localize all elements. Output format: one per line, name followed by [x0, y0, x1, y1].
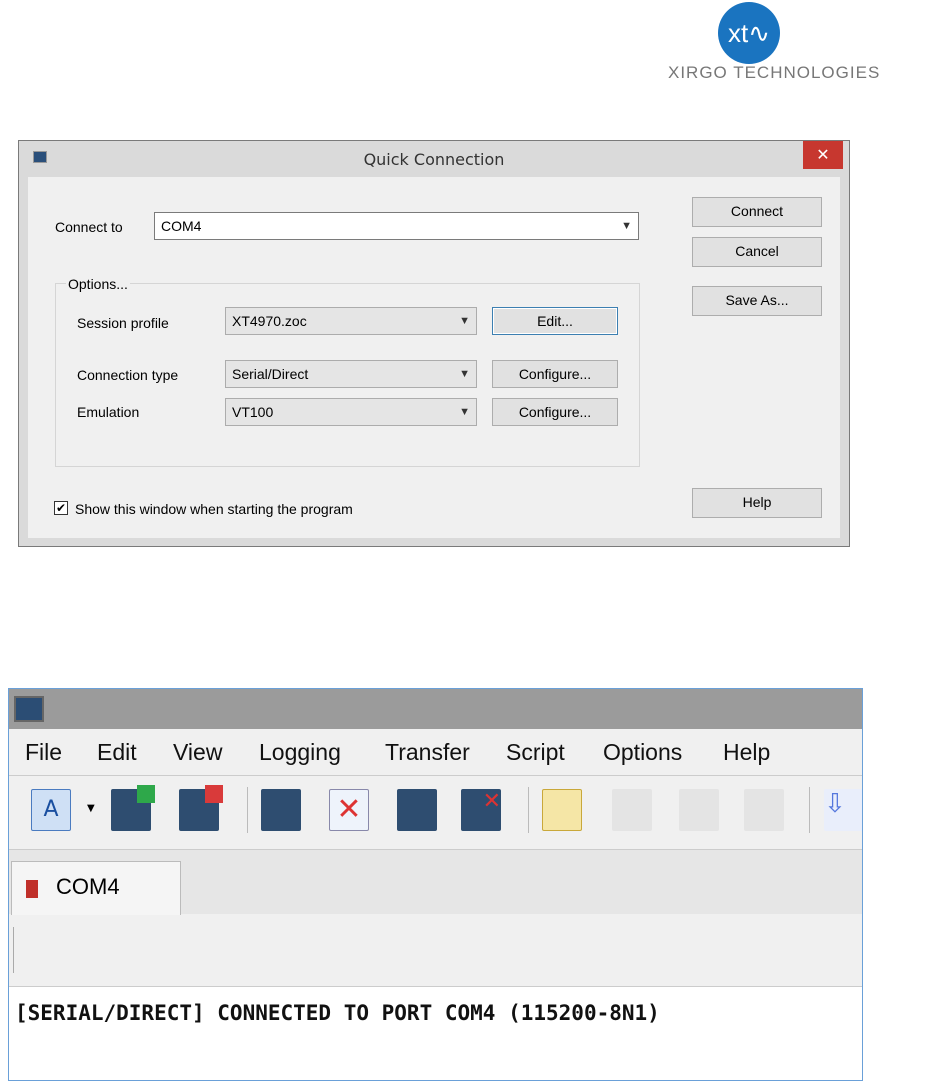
options-group: Options... Session profile XT4970.zoc ▼ E…	[55, 276, 640, 467]
connection-type-label: Connection type	[77, 367, 179, 383]
font-icon[interactable]: A	[31, 789, 71, 831]
menu-edit[interactable]: Edit	[97, 739, 137, 766]
logo-text: XIRGO TECHNOLOGIES	[668, 63, 881, 82]
buffer-back-icon[interactable]	[261, 789, 301, 831]
tab-com4[interactable]: COM4	[11, 861, 181, 915]
disconnected-status-icon	[26, 880, 38, 898]
session-profile-label: Session profile	[77, 315, 169, 331]
menu-transfer[interactable]: Transfer	[385, 739, 470, 766]
options-label: Options...	[66, 276, 130, 292]
menu-script[interactable]: Script	[506, 739, 565, 766]
close-button[interactable]: ✕	[803, 141, 843, 169]
disconnect-stop-icon[interactable]	[179, 785, 223, 831]
configure-emulation-button[interactable]: Configure...	[492, 398, 618, 426]
help-button[interactable]: Help	[692, 488, 822, 518]
chevron-down-icon: ▼	[459, 315, 470, 327]
terminal-window: File Edit View Logging Transfer Script O…	[8, 688, 863, 1081]
terminal-titlebar	[9, 689, 862, 729]
terminal-app-icon	[14, 696, 44, 722]
clipboard-edit-icon	[679, 789, 719, 831]
show-window-label: Show this window when starting the progr…	[75, 501, 353, 517]
connect-start-icon[interactable]	[111, 785, 155, 831]
menu-logging[interactable]: Logging	[259, 739, 341, 766]
chevron-down-icon: ▼	[459, 368, 470, 380]
connect-button[interactable]: Connect	[692, 197, 822, 227]
configure-connection-button[interactable]: Configure...	[492, 360, 618, 388]
terminal-output[interactable]: [SERIAL/DIRECT] CONNECTED TO PORT COM4 (…	[9, 986, 862, 1080]
dropdown-arrow-icon[interactable]: ▼	[87, 803, 95, 814]
session-profile-value: XT4970.zoc	[232, 313, 307, 329]
connection-type-value: Serial/Direct	[232, 366, 309, 382]
session-profile-select[interactable]: XT4970.zoc ▼	[225, 307, 477, 335]
xirgo-logo: xt∿	[718, 2, 780, 64]
chevron-down-icon: ▼	[459, 406, 470, 418]
clipboard-paste-icon[interactable]	[542, 789, 582, 831]
quick-connection-dialog: Quick Connection ✕ Connect to COM4 ▼ Opti…	[18, 140, 850, 547]
menu-options[interactable]: Options	[603, 739, 682, 766]
edit-button[interactable]: Edit...	[492, 307, 618, 335]
menu-file[interactable]: File	[25, 739, 62, 766]
show-window-checkbox[interactable]: ✔	[54, 501, 68, 515]
clipboard-print-icon	[744, 789, 784, 831]
connect-to-combo[interactable]: COM4 ▼	[154, 212, 639, 240]
emulation-value: VT100	[232, 404, 274, 420]
emulation-label: Emulation	[77, 404, 140, 420]
menu-view[interactable]: View	[173, 739, 222, 766]
chevron-down-icon[interactable]: ▼	[621, 213, 632, 239]
dialog-title: Quick Connection	[363, 150, 505, 169]
dialog-titlebar: Quick Connection ✕	[19, 141, 849, 177]
connect-to-label: Connect to	[55, 219, 123, 235]
screen-copy-icon[interactable]	[397, 789, 437, 831]
save-as-button[interactable]: Save As...	[692, 286, 822, 316]
output-line: [SERIAL/DIRECT] CONNECTED TO PORT COM4 (…	[15, 1001, 660, 1025]
connect-to-value: COM4	[161, 218, 202, 234]
clear-icon[interactable]: ✕	[329, 789, 369, 831]
download-icon[interactable]: ⇩	[824, 789, 862, 831]
emulation-select[interactable]: VT100 ▼	[225, 398, 477, 426]
connection-type-select[interactable]: Serial/Direct ▼	[225, 360, 477, 388]
cancel-button[interactable]: Cancel	[692, 237, 822, 267]
menu-help[interactable]: Help	[723, 739, 770, 766]
clipboard-icon	[612, 789, 652, 831]
screen-clear-icon[interactable]: ✕	[461, 789, 501, 831]
tab-label: COM4	[56, 874, 120, 899]
